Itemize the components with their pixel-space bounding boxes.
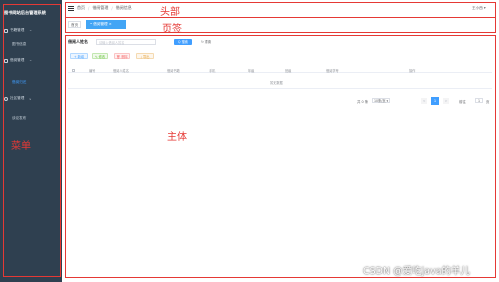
reset-button[interactable]: ↻ 重置	[198, 39, 214, 45]
breadcrumb-item-borrow-info: 借阅信息	[115, 5, 132, 10]
search-button[interactable]: Q 搜索	[174, 39, 192, 45]
goto-page-input[interactable]: 1	[475, 98, 483, 103]
search-label: 借阅人姓名	[68, 39, 88, 44]
delete-button[interactable]: 🗑 删除	[114, 53, 130, 59]
edit-button[interactable]: ✎ 修改	[92, 53, 108, 59]
main-annotation: 主体	[167, 132, 187, 143]
watermark: CSDN @爱吃java的羊儿	[363, 266, 471, 277]
current-page-button[interactable]: 1	[431, 97, 439, 105]
empty-table-text: 暂无数据	[270, 81, 283, 85]
column-header: 编号	[89, 69, 96, 73]
breadcrumb: 首页 / 借阅管理 / 借阅信息	[68, 5, 132, 11]
breadcrumb-item-home[interactable]: 首页	[77, 5, 85, 11]
page-size-select[interactable]: 10条/页 ▾	[372, 98, 390, 103]
column-header: 借阅学号	[326, 69, 339, 73]
breadcrumb-separator: /	[88, 5, 90, 11]
goto-label: 前往	[459, 100, 466, 104]
tab-home[interactable]: 首页	[68, 21, 82, 28]
column-header: 操作	[409, 69, 416, 73]
breadcrumb-item-borrow-management[interactable]: 借阅管理	[92, 5, 108, 11]
column-header: 年级	[248, 69, 255, 73]
breadcrumb-separator: /	[111, 5, 113, 11]
table-header: 编号 借阅人姓名 借阅书籍 手机 年级 班级 借阅学号 操作	[68, 67, 492, 73]
table-divider	[68, 88, 492, 89]
column-header: 借阅人姓名	[113, 69, 129, 73]
search-input[interactable]: 请输入借阅人姓名	[96, 39, 156, 45]
column-header: 手机	[209, 69, 216, 73]
user-menu[interactable]: 王小西 ▾	[472, 6, 486, 11]
export-button[interactable]: ⤓ 导出	[136, 53, 154, 59]
page-suffix: 页	[486, 100, 490, 104]
menu-annotation: 菜单	[11, 141, 31, 152]
tab-borrow-management[interactable]: • 借阅管理 ×	[86, 20, 126, 29]
header-annotation: 头部	[160, 7, 180, 18]
column-header: 班级	[285, 69, 292, 73]
tabs-annotation: 页签	[162, 24, 182, 35]
pagination-total: 共 0 条	[357, 100, 369, 104]
prev-page-button[interactable]: <	[421, 98, 427, 104]
next-page-button[interactable]: >	[443, 98, 449, 104]
add-button[interactable]: + 新增	[70, 53, 88, 59]
tabs-region-outline	[65, 17, 496, 33]
column-header: 借阅书籍	[167, 69, 180, 73]
hamburger-menu-icon[interactable]	[68, 5, 74, 11]
app-root: 图书网站后台管理系统 书籍管理 ^ 图书信息 借阅管理 ^ 借阅归还 社区管理 …	[0, 0, 499, 282]
